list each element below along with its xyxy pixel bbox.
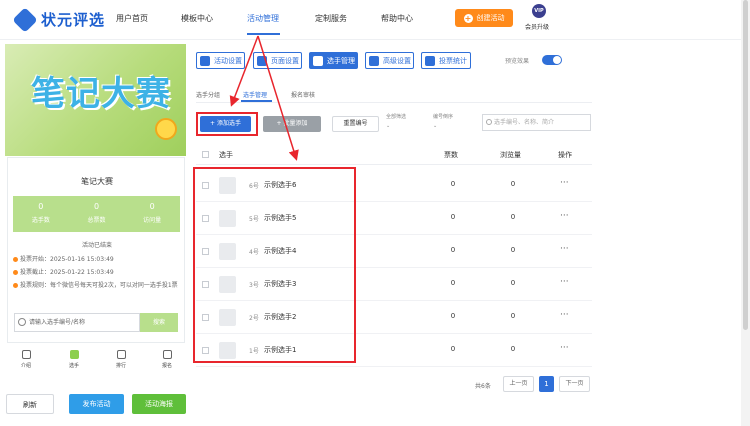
- arrow-to-contestant-list: [257, 35, 299, 161]
- page-scrollbar-thumb[interactable]: [743, 0, 748, 330]
- arrow-to-add-button: [229, 35, 259, 107]
- annotation-arrows: [229, 35, 299, 161]
